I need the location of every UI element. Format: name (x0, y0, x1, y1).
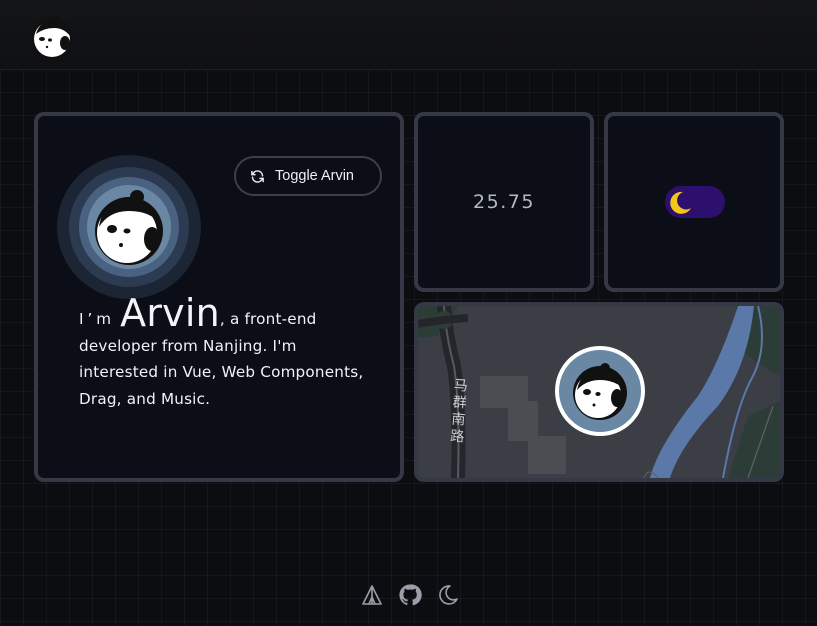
tent-icon[interactable] (360, 583, 384, 607)
dark-mode-icon[interactable] (436, 583, 460, 607)
footer-links (360, 583, 460, 607)
avatar[interactable] (55, 153, 203, 301)
stat-value: 25.75 (473, 191, 535, 213)
intro-text: I’m Arvin, a front-end developer from Na… (79, 294, 379, 412)
map-marker-avatar[interactable] (555, 346, 645, 436)
top-bar (0, 0, 817, 70)
road-label: 马群南路 (449, 377, 469, 446)
github-icon[interactable] (398, 583, 422, 607)
intro-prefix: I’m (79, 310, 116, 328)
moon-icon (670, 191, 691, 214)
profile-card: Toggle Arvin I’m Arvin, a front-end deve… (34, 112, 404, 482)
profile-name: Arvin (120, 291, 220, 335)
toggle-arvin-button[interactable]: Toggle Arvin (234, 156, 382, 196)
map-card[interactable]: 马群南路 (414, 302, 784, 482)
mascot-avatar-icon (573, 363, 627, 420)
mascot-logo-icon[interactable] (28, 12, 76, 60)
refresh-icon (251, 169, 264, 183)
theme-card (604, 112, 784, 292)
theme-switch[interactable] (665, 186, 725, 218)
toggle-arvin-label: Toggle Arvin (275, 168, 354, 184)
stat-card: 25.75 (414, 112, 594, 292)
